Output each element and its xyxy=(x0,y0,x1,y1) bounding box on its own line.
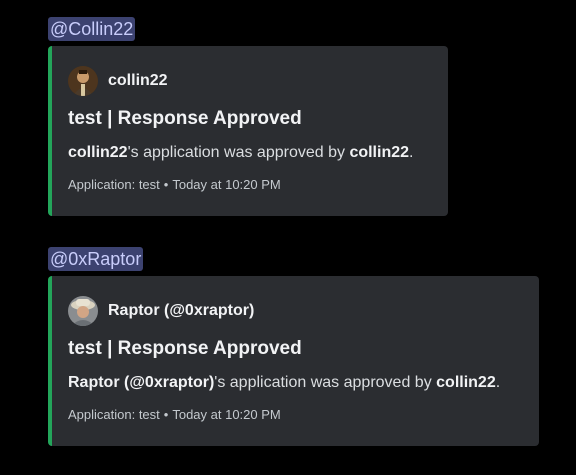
footer-separator: • xyxy=(163,407,169,422)
embed-footer: Application: test • Today at 10:20 PM xyxy=(68,177,281,192)
embed-footer: Application: test • Today at 10:20 PM xyxy=(68,407,281,422)
avatar[interactable] xyxy=(68,296,98,326)
embed-author: collin22 xyxy=(68,66,168,96)
footer-timestamp: Today at 10:20 PM xyxy=(172,407,281,422)
embed-title: test | Response Approved xyxy=(68,338,302,359)
embed-author-name[interactable]: Raptor (@0xraptor) xyxy=(108,302,254,320)
approver-name: collin22 xyxy=(436,374,496,391)
footer-timestamp: Today at 10:20 PM xyxy=(172,177,281,192)
embed-description: collin22's application was approved by c… xyxy=(68,144,413,162)
embed-description: Raptor (@0xraptor)'s application was app… xyxy=(68,374,500,392)
description-end: . xyxy=(495,374,501,391)
embed-author: Raptor (@0xraptor) xyxy=(68,296,254,326)
description-text: 's application was approved by xyxy=(214,374,437,391)
embed-author-name[interactable]: collin22 xyxy=(108,72,168,90)
avatar[interactable] xyxy=(68,66,98,96)
embed-card: Raptor (@0xraptor) test | Response Appro… xyxy=(48,276,539,446)
message-collin22: @Collin22 collin22 test | Response Appro… xyxy=(48,17,448,216)
user-mention[interactable]: @0xRaptor xyxy=(48,247,144,271)
embed-card: collin22 test | Response Approved collin… xyxy=(48,46,448,216)
user-mention[interactable]: @Collin22 xyxy=(48,17,136,41)
approver-name: collin22 xyxy=(349,144,410,161)
applicant-name: collin22 xyxy=(68,144,128,161)
description-end: . xyxy=(409,144,414,161)
message-0xraptor: @0xRaptor Raptor (@0xraptor) test | Resp… xyxy=(48,247,539,446)
footer-application: Application: test xyxy=(68,177,160,192)
embed-title: test | Response Approved xyxy=(68,108,302,129)
applicant-name: Raptor (@0xraptor) xyxy=(68,374,215,391)
description-text: 's application was approved by xyxy=(127,144,350,161)
footer-separator: • xyxy=(163,177,169,192)
footer-application: Application: test xyxy=(68,407,160,422)
